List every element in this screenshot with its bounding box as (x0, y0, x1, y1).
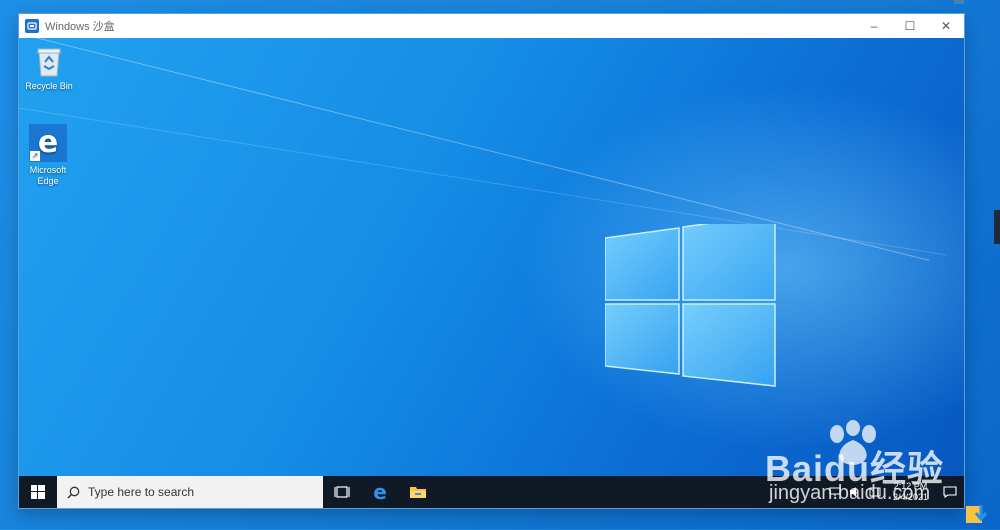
close-button[interactable]: ✕ (928, 14, 964, 38)
minimize-button[interactable]: – (856, 14, 892, 38)
volume-icon[interactable] (848, 485, 862, 499)
sandbox-window: Windows 沙盒 – ☐ ✕ Recycle Bin e ↗ Microso… (19, 14, 964, 508)
window-controls: – ☐ ✕ (856, 14, 964, 38)
sandbox-desktop[interactable]: Recycle Bin e ↗ Microsoft Edge (19, 38, 964, 476)
file-explorer-icon (410, 487, 426, 498)
task-view-button[interactable] (323, 476, 361, 508)
task-view-icon (334, 486, 350, 498)
action-center-button[interactable] (936, 476, 964, 508)
host-top-mark (954, 0, 964, 4)
clock-date: 2/4/2021 (892, 492, 928, 502)
desktop-icon-edge[interactable]: e ↗ Microsoft Edge (19, 124, 78, 187)
taskbar: Type here to search e 2:12 PM 2/4/2021 (19, 476, 964, 508)
edge-icon: e (373, 480, 387, 504)
start-button[interactable] (19, 476, 57, 508)
language-icon[interactable] (868, 485, 882, 499)
edge-icon: e ↗ (29, 124, 67, 162)
desktop-icon-label: Microsoft Edge (29, 165, 67, 186)
taskbar-clock[interactable]: 2:12 PM 2/4/2021 (893, 481, 928, 503)
light-beam (19, 38, 930, 261)
windows-start-icon (31, 485, 45, 499)
light-beam (19, 98, 947, 256)
window-titlebar[interactable]: Windows 沙盒 – ☐ ✕ (19, 14, 964, 39)
window-title: Windows 沙盒 (45, 21, 115, 33)
search-icon (67, 486, 80, 499)
host-download-icon[interactable] (966, 503, 990, 525)
sandbox-app-icon (25, 19, 39, 33)
shortcut-arrow-icon: ↗ (30, 151, 40, 161)
network-icon[interactable] (828, 485, 842, 499)
host-side-handle (994, 210, 1000, 244)
taskbar-search-box[interactable]: Type here to search (57, 476, 323, 508)
maximize-button[interactable]: ☐ (892, 14, 928, 38)
search-placeholder: Type here to search (88, 485, 195, 499)
taskbar-edge-button[interactable]: e (361, 476, 399, 508)
desktop-icon-recycle-bin[interactable]: Recycle Bin (19, 44, 79, 92)
notification-icon (943, 486, 957, 498)
windows-logo-wallpaper (605, 224, 776, 387)
taskbar-file-explorer-button[interactable] (399, 476, 437, 508)
recycle-bin-icon (37, 48, 61, 77)
system-tray: 2:12 PM 2/4/2021 (825, 476, 964, 508)
clock-time: 2:12 PM (893, 481, 928, 491)
desktop-icon-label: Recycle Bin (25, 81, 73, 91)
